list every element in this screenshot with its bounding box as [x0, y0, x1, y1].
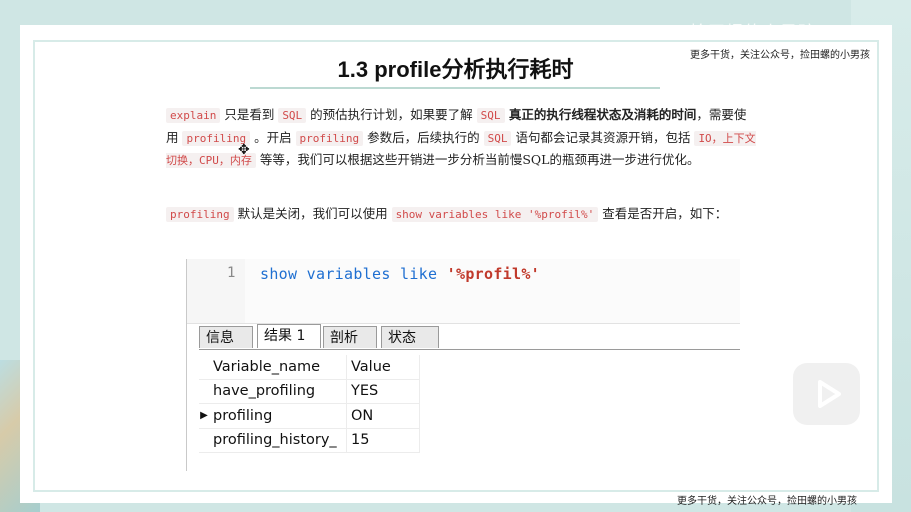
result-grid: Variable_name Value have_profiling YES ▶…	[199, 355, 420, 453]
sql-string: '%profil%'	[446, 265, 540, 283]
paragraph-1: explain 只是看到 SQL 的预估执行计划，如果要了解 SQL 真正的执行…	[166, 104, 756, 172]
tab-profile[interactable]: 剖析	[323, 326, 377, 348]
move-cursor-icon: ✥	[238, 142, 250, 158]
line-number: 1	[227, 265, 236, 281]
row-indicator	[199, 428, 209, 453]
page-title: 1.3 profile分析执行耗时	[337, 57, 574, 82]
inline-code: show variables like '%profil%'	[391, 207, 599, 222]
play-icon	[818, 380, 841, 408]
row-indicator	[199, 379, 209, 404]
sql-editor[interactable]: 1 show variables like '%profil%'	[187, 259, 740, 324]
text: 只是看到	[220, 107, 279, 122]
footer-note: 更多干货，关注公众号，捡田螺的小男孩	[677, 496, 857, 507]
table-row[interactable]: have_profiling YES	[199, 379, 420, 404]
table-cell[interactable]: 15	[346, 428, 420, 453]
inline-code: profiling	[295, 130, 364, 146]
text: 默认是关闭，我们可以使用	[233, 206, 392, 221]
sql-client-screenshot: 1 show variables like '%profil%' 信息 结果 1…	[186, 259, 740, 471]
table-row[interactable]: profiling_history_ 15	[199, 428, 420, 453]
tab-result-1[interactable]: 结果 1	[257, 324, 321, 348]
table-cell[interactable]: profiling	[209, 403, 347, 429]
inline-code: profiling	[166, 207, 234, 222]
text: 参数后，后续执行的	[363, 129, 484, 145]
text: 查看是否开启，如下：	[598, 206, 728, 221]
table-row[interactable]: ▶ profiling ON	[199, 403, 420, 429]
inline-code: SQL	[278, 108, 307, 123]
table-header-row: Variable_name Value	[199, 355, 420, 380]
text: 。开启	[250, 129, 296, 145]
table-cell[interactable]: ON	[346, 403, 420, 429]
table-cell[interactable]: have_profiling	[209, 379, 347, 404]
table-cell[interactable]: profiling_history_	[209, 428, 347, 453]
bold-text: 真正的执行线程状态及消耗的时间	[504, 107, 697, 122]
play-button[interactable]	[793, 363, 860, 425]
text: 等等，我们可以根据这些开销进一步分析当前慢SQL的瓶颈再进一步进行优化。	[255, 152, 700, 167]
row-indicator	[199, 355, 209, 380]
tab-info[interactable]: 信息	[199, 326, 253, 348]
column-header[interactable]: Value	[346, 355, 420, 380]
inline-code: SQL	[476, 108, 505, 123]
inline-code: explain	[166, 108, 221, 123]
sql-keyword: like	[400, 265, 438, 283]
line-gutter	[187, 259, 245, 323]
sql-keyword: variables	[306, 265, 391, 283]
result-tabs: 信息 结果 1 剖析 状态	[199, 324, 740, 350]
column-header[interactable]: Variable_name	[209, 355, 347, 380]
text: 语句都会记录其资源开销，包括	[511, 129, 695, 145]
tab-status[interactable]: 状态	[381, 326, 439, 348]
current-row-marker-icon: ▶	[199, 403, 209, 429]
inline-code: SQL	[483, 130, 512, 146]
paragraph-2: profiling 默认是关闭，我们可以使用 show variables li…	[166, 203, 756, 226]
text: 的预估执行计划，如果要了解	[306, 107, 477, 122]
table-cell[interactable]: YES	[346, 379, 420, 404]
sql-code-line: show variables like '%profil%'	[260, 265, 540, 283]
sql-keyword: show	[260, 265, 298, 283]
title-underline	[250, 87, 660, 89]
